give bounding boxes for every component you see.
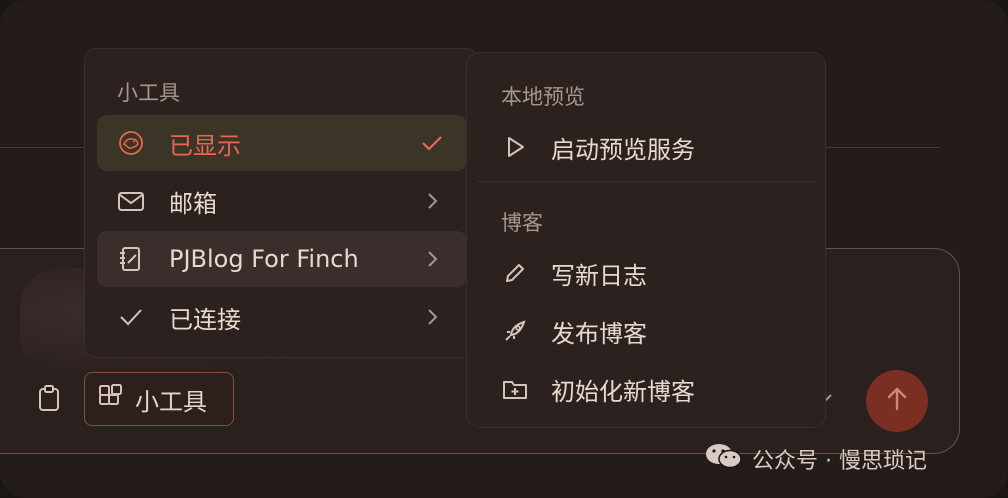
menu-item-label: PJBlog For Finch bbox=[169, 245, 359, 273]
checkmark-icon bbox=[421, 131, 443, 155]
arrow-up-icon bbox=[883, 385, 911, 417]
menu-item-mail[interactable]: 邮箱 bbox=[97, 173, 467, 229]
start-preview-service-item[interactable]: 启动预览服务 bbox=[501, 127, 695, 167]
tools-button[interactable]: 小工具 bbox=[84, 372, 234, 426]
menu-item-label: 已显示 bbox=[169, 131, 241, 160]
write-new-post-item[interactable]: 写新日志 bbox=[501, 253, 647, 293]
chevron-right-icon bbox=[421, 247, 443, 271]
folder-plus-icon bbox=[501, 375, 529, 403]
clipboard-icon bbox=[37, 384, 61, 416]
chevron-right-icon bbox=[421, 189, 443, 213]
send-button[interactable] bbox=[866, 370, 928, 432]
submenu-item-label: 写新日志 bbox=[551, 261, 647, 290]
chevron-right-icon bbox=[421, 305, 443, 329]
menu-item-shown[interactable]: 已显示 bbox=[97, 115, 467, 171]
rocket-icon bbox=[501, 317, 529, 345]
notebook-edit-icon bbox=[117, 245, 145, 273]
submenu-divider bbox=[477, 181, 815, 182]
init-new-blog-item[interactable]: 初始化新博客 bbox=[501, 369, 695, 409]
tools-button-label: 小工具 bbox=[135, 387, 207, 416]
section-header-local-preview: 本地预览 bbox=[501, 85, 585, 109]
menu-item-connected[interactable]: 已连接 bbox=[97, 289, 467, 345]
play-icon bbox=[501, 133, 529, 161]
menu-item-label: 邮箱 bbox=[169, 189, 217, 218]
publish-blog-item[interactable]: 发布博客 bbox=[501, 311, 647, 351]
menu-item-pjblog[interactable]: PJBlog For Finch bbox=[97, 231, 467, 287]
submenu-item-label: 初始化新博客 bbox=[551, 377, 695, 406]
clipboard-button[interactable] bbox=[36, 385, 62, 415]
submenu-item-label: 启动预览服务 bbox=[551, 135, 695, 164]
menu-item-label: 已连接 bbox=[169, 305, 241, 334]
pjblog-submenu: 本地预览 启动预览服务 博客 写新日志 发布博客 初始化新博客 bbox=[466, 52, 826, 428]
tools-menu: 小工具 已显示 邮箱 PJBlog For Finch 已连接 bbox=[84, 48, 478, 358]
submenu-item-label: 发布博客 bbox=[551, 319, 647, 348]
tools-menu-header: 小工具 bbox=[117, 81, 180, 105]
section-header-blog: 博客 bbox=[501, 211, 543, 235]
watermark: 公众号 · 慢思琐记 bbox=[704, 441, 927, 477]
widgets-icon bbox=[97, 383, 125, 415]
watermark-text: 公众号 · 慢思琐记 bbox=[752, 449, 927, 474]
wechat-icon bbox=[704, 441, 744, 477]
pencil-icon bbox=[501, 259, 529, 287]
check-icon bbox=[117, 303, 145, 331]
chicken-icon bbox=[117, 129, 145, 157]
mail-icon bbox=[117, 187, 145, 215]
